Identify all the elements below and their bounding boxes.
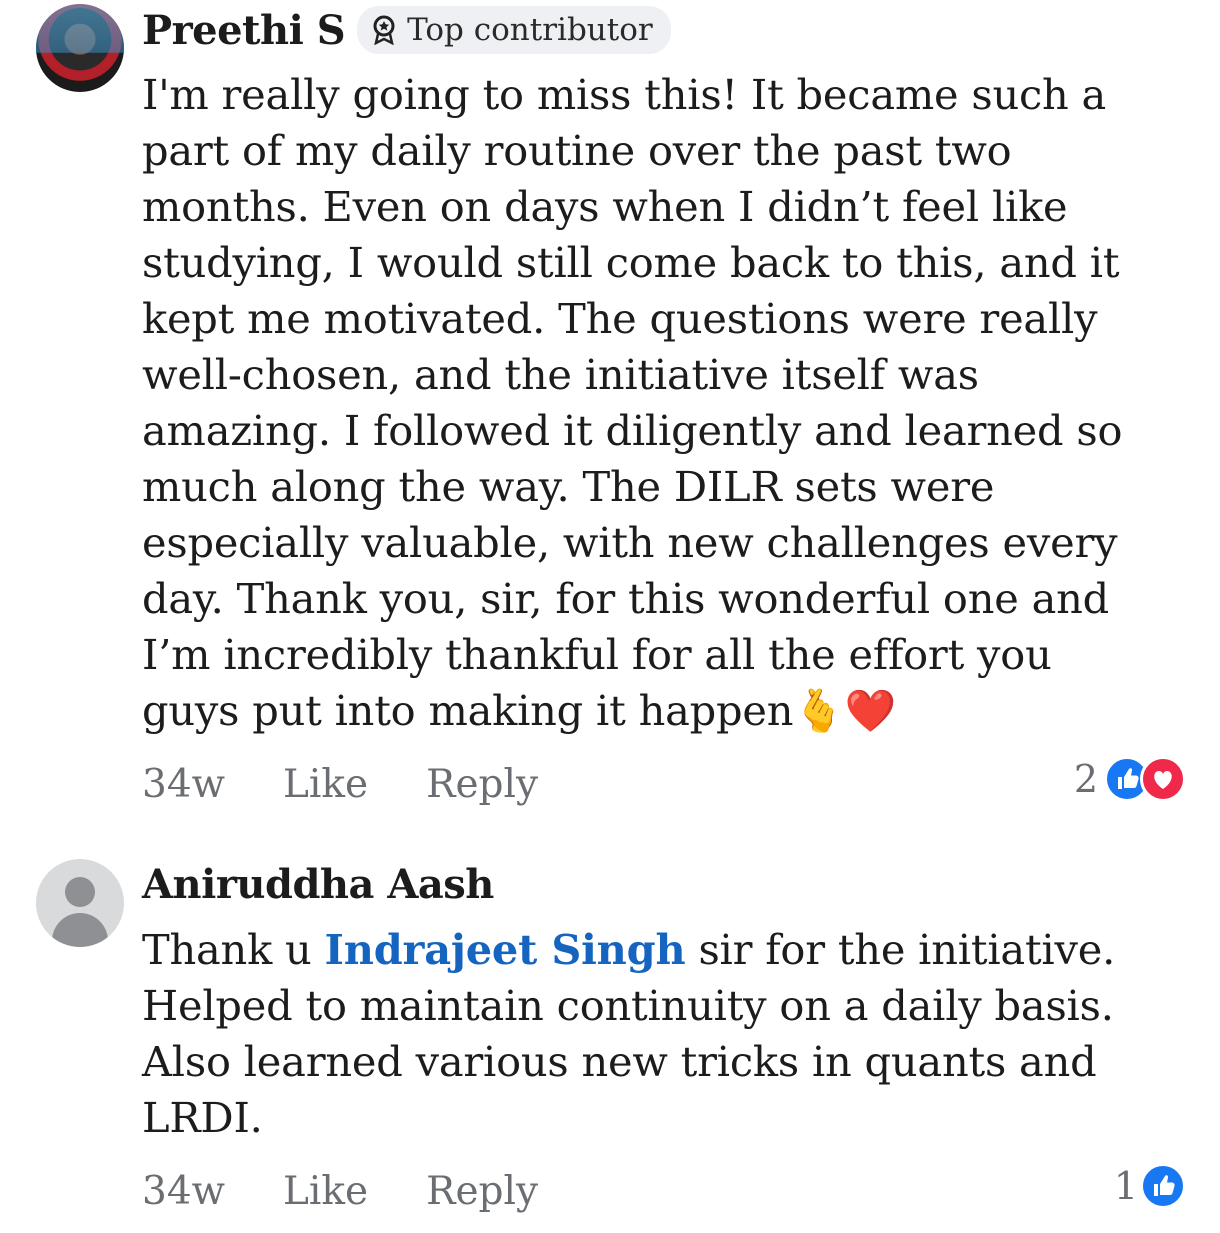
like-button[interactable]: Like bbox=[283, 762, 368, 807]
reply-button[interactable]: Reply bbox=[426, 762, 538, 807]
like-reaction-icon bbox=[1140, 1163, 1186, 1209]
comment-author[interactable]: Aniruddha Aash bbox=[142, 861, 494, 908]
comment-body-start: Thank u bbox=[142, 925, 325, 974]
reactions-summary[interactable]: 1 bbox=[1114, 1163, 1186, 1209]
comment-timestamp[interactable]: 34w bbox=[142, 762, 225, 807]
top-contributor-icon bbox=[371, 15, 397, 46]
top-contributor-badge[interactable]: Top contributor bbox=[357, 6, 671, 54]
comment-author[interactable]: Preethi S bbox=[142, 7, 346, 54]
comment-text: Thank u Indrajeet Singh sir for the init… bbox=[142, 922, 1142, 1146]
reply-button[interactable]: Reply bbox=[426, 1169, 538, 1214]
comment-body: I'm really going to miss this! It became… bbox=[142, 70, 1123, 735]
reaction-count: 1 bbox=[1113, 1164, 1138, 1208]
comment-timestamp[interactable]: 34w bbox=[142, 1169, 225, 1214]
reactions-summary[interactable]: 2 bbox=[1074, 756, 1186, 802]
badge-label: Top contributor bbox=[407, 12, 653, 48]
avatar[interactable] bbox=[36, 4, 124, 92]
love-reaction-icon bbox=[1140, 756, 1186, 802]
comment-emojis: 🫰❤️ bbox=[793, 686, 897, 735]
mention-link[interactable]: Indrajeet Singh bbox=[325, 925, 686, 974]
reaction-count: 2 bbox=[1073, 757, 1098, 801]
like-button[interactable]: Like bbox=[283, 1169, 368, 1214]
comment-text: I'm really going to miss this! It became… bbox=[142, 67, 1142, 739]
avatar[interactable] bbox=[36, 859, 124, 947]
